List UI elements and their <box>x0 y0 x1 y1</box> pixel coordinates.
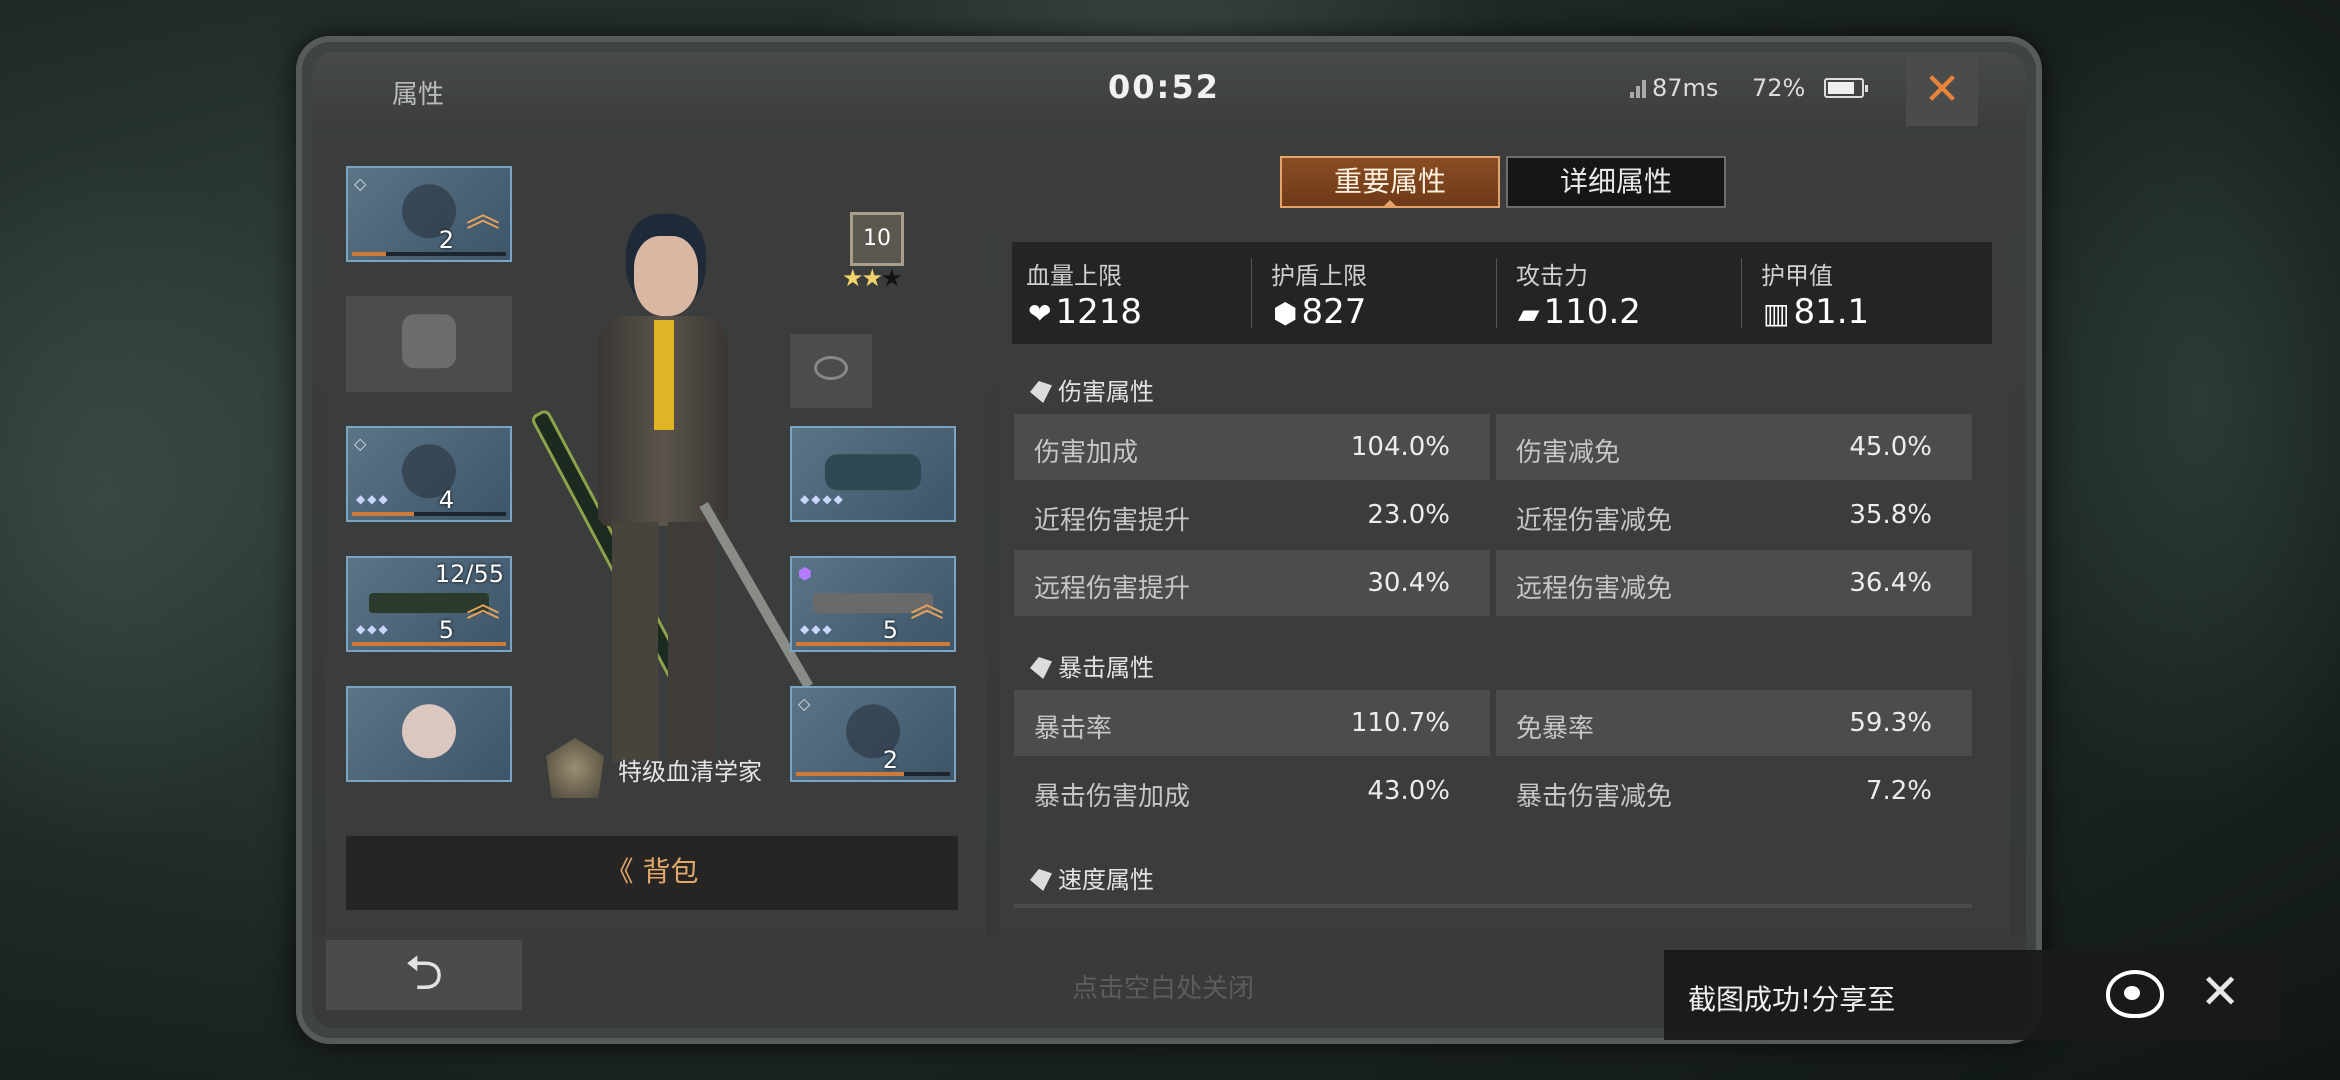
socket-dots: ◆◆◆ <box>356 622 390 636</box>
signal-icon <box>1630 78 1646 98</box>
helmet-slot[interactable]: ◇ 2 ︽ <box>346 166 512 262</box>
rank-badge: 10 ★★★ <box>842 212 912 292</box>
slot-level: 2 <box>438 226 454 254</box>
back-arrow-icon: ⮌ <box>404 945 444 1001</box>
gem-icon: ◇ <box>354 434 367 453</box>
slot-level: 5 <box>438 616 454 644</box>
ammo-count: 12/55 <box>434 560 504 588</box>
section-divider <box>1014 904 1972 908</box>
backpack-slot[interactable] <box>346 296 512 392</box>
stat-row: 近程伤害提升 23.0% <box>1034 500 1450 536</box>
back-button[interactable]: ⮌ <box>326 940 522 1010</box>
stat-row: 远程伤害提升 30.4% <box>1014 550 1490 616</box>
rank-level: 10 <box>850 212 904 266</box>
stat-row: 免暴率 59.3% <box>1496 690 1972 756</box>
tab-detailed-attributes[interactable]: 详细属性 <box>1506 156 1726 208</box>
backpack-button-label: 背包 <box>642 855 699 888</box>
backpack-button[interactable]: 《 背包 <box>346 834 958 910</box>
stat-row: 暴击伤害加成 43.0% <box>1034 776 1450 812</box>
player-title: 特级血清学家 <box>618 758 762 786</box>
stat-armor: 护甲值 ▥ 81.1 <box>1761 262 1870 332</box>
melee-weapon-slot[interactable]: ⬢ ◆◆◆ 5 ︽ <box>790 556 956 652</box>
bracelet-slot[interactable]: ◆◆◆◆ <box>790 426 956 522</box>
primary-weapon-slot[interactable]: 12/55 ◆◆◆ 5 ︽ <box>346 556 512 652</box>
tap-to-close-hint: 点击空白处关闭 <box>1072 974 1255 1004</box>
ping-readout: 87ms <box>1652 74 1719 102</box>
section-speed-header: 速度属性 <box>1030 860 1154 895</box>
speed-icon <box>1030 869 1052 891</box>
attributes-panel: 重要属性 详细属性 血量上限 ❤ 1218 护盾上限 ⬢ 827 攻击力 ▰ 110.… <box>1000 132 2010 934</box>
gun-icon: ▰ <box>1518 297 1540 330</box>
upgrade-chevron-icon: ︽ <box>466 585 500 625</box>
tab-primary-attributes[interactable]: 重要属性 <box>1280 156 1500 208</box>
pet-slot[interactable] <box>346 686 512 782</box>
stat-attack: 攻击力 ▰ 110.2 <box>1502 242 1742 344</box>
armor-slot[interactable]: ◇ ◆◆◆ 4 <box>346 426 512 522</box>
weibo-share-icon[interactable] <box>2106 970 2164 1018</box>
double-chevron-left-icon: 《 <box>605 855 634 888</box>
stat-row: 伤害加成 104.0% <box>1014 414 1490 480</box>
slot-progress <box>352 512 506 516</box>
stat-row: 远程伤害减免 36.4% <box>1496 550 1972 616</box>
slot-progress <box>796 772 950 776</box>
upgrade-chevron-icon: ︽ <box>466 195 500 235</box>
armor-icon: ▥ <box>1763 297 1790 330</box>
character-model <box>533 212 813 792</box>
socket-dots: ◆◆◆ <box>800 622 834 636</box>
section-damage-header: 伤害属性 <box>1030 372 1154 407</box>
slot-progress <box>796 642 950 646</box>
slot-level: 2 <box>882 746 898 774</box>
slot-level: 5 <box>882 616 898 644</box>
ring-icon <box>814 356 848 380</box>
stat-row: 暴击率 110.7% <box>1014 690 1490 756</box>
stat-row: 伤害减免 45.0% <box>1496 414 1972 480</box>
main-stats: 血量上限 ❤ 1218 护盾上限 ⬢ 827 攻击力 ▰ 110.2 护甲值 ▥ 81.… <box>1012 242 1992 344</box>
section-crit-header: 暴击属性 <box>1030 648 1154 683</box>
match-timer: 00:52 <box>1108 68 1220 106</box>
slot-progress <box>352 252 506 256</box>
damage-icon <box>1030 381 1052 403</box>
hex-gem-icon: ⬢ <box>798 564 812 583</box>
toast-message: 截图成功!分享至 <box>1688 983 1896 1016</box>
socket-dots: ◆◆◆◆ <box>800 492 845 506</box>
gem-icon: ◇ <box>354 174 367 193</box>
screenshot-toast: 截图成功!分享至 ✕ <box>1664 950 2280 1040</box>
rank-stars: ★★★ <box>842 264 902 292</box>
dialog-title: 属性 <box>392 80 445 110</box>
stat-row: 近程伤害减免 35.8% <box>1516 500 1932 536</box>
equipment-panel: ◇ 2 ︽ ◇ ◆◆◆ 4 12/55 ◆◆◆ 5 ︽ 10 ★★★ ◆◆◆◆ … <box>326 132 986 934</box>
heart-icon: ❤ <box>1028 297 1052 330</box>
stat-row: 暴击伤害减免 7.2% <box>1516 776 1932 812</box>
stat-max-hp: 血量上限 ❤ 1218 <box>1012 242 1252 344</box>
upgrade-chevron-icon: ︽ <box>910 585 944 625</box>
gloves-slot[interactable]: ◇ 2 <box>790 686 956 782</box>
battery-percent: 72% <box>1752 74 1806 102</box>
slot-level: 4 <box>438 486 454 514</box>
shield-icon: ⬢ <box>1273 297 1298 330</box>
crit-icon <box>1030 657 1052 679</box>
gem-icon: ◇ <box>798 694 811 713</box>
ring-slot[interactable] <box>790 334 872 408</box>
backpack-icon <box>402 314 456 369</box>
stat-max-shield: 护盾上限 ⬢ 827 <box>1257 242 1497 344</box>
bracelet-icon <box>825 454 921 491</box>
battery-icon <box>1824 78 1868 98</box>
socket-dots: ◆◆◆ <box>356 492 390 506</box>
attributes-dialog: 属性 00:52 87ms 72% ✕ ◇ 2 ︽ ◇ ◆◆◆ 4 12/55 <box>312 52 2026 1028</box>
close-button[interactable]: ✕ <box>1906 56 1978 126</box>
slot-progress <box>352 642 506 646</box>
dialog-header: 属性 00:52 87ms 72% ✕ <box>312 52 2026 132</box>
pet-icon <box>402 704 456 759</box>
toast-close-icon[interactable]: ✕ <box>2200 964 2240 1020</box>
